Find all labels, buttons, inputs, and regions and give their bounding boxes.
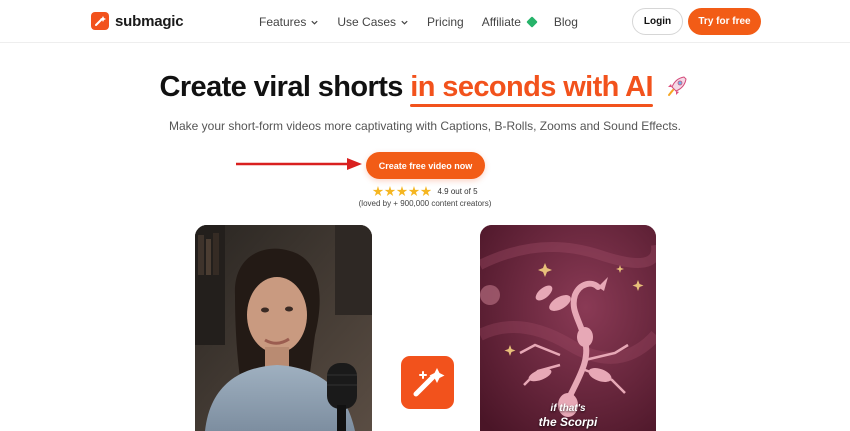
nav-item-label: Features	[259, 15, 307, 29]
chevron-down-icon	[401, 20, 408, 25]
rating-stars	[372, 186, 432, 197]
nav-item-use-cases[interactable]: Use Cases	[337, 15, 409, 29]
hero-headline: Create viral shorts in seconds with AI	[0, 71, 850, 107]
rating-row: 4.9 out of 5	[0, 186, 850, 197]
star-icon	[384, 186, 396, 197]
red-arrow-annotation	[236, 158, 362, 170]
submagic-wand-icon	[401, 356, 454, 409]
headline-accent: in seconds with AI	[410, 71, 654, 107]
create-free-video-button[interactable]: Create free video now	[366, 152, 485, 179]
star-icon	[372, 186, 384, 197]
star-icon	[396, 186, 408, 197]
nav-item-pricing[interactable]: Pricing	[427, 15, 464, 29]
login-button[interactable]: Login	[632, 8, 683, 35]
submagic-logo-icon	[91, 12, 109, 30]
video-caption-line-1: if that's	[550, 403, 586, 414]
video-caption-line-2: the Scorpi	[538, 415, 598, 429]
green-diamond-icon	[526, 16, 538, 28]
try-for-free-button[interactable]: Try for free	[688, 8, 761, 35]
scorpion-zodiac-video-card[interactable]: if that's the Scorpi	[480, 225, 656, 431]
hero-subheading: Make your short-form videos more captiva…	[169, 119, 681, 133]
headline-prefix: Create viral shorts	[159, 71, 411, 103]
nav-item-label: Blog	[553, 15, 578, 29]
woman-podcast-image	[195, 225, 372, 431]
top-navbar: submagic Features Use Cases Pricing Affi…	[0, 0, 850, 43]
nav-item-affiliate[interactable]: Affiliate	[481, 15, 538, 29]
main-menu: Features Use Cases Pricing Affiliate Blo…	[259, 15, 596, 29]
loved-by-text: (loved by + 900,000 content creators)	[358, 199, 492, 208]
chevron-down-icon	[311, 20, 318, 25]
nav-item-features[interactable]: Features	[259, 15, 319, 29]
nav-item-label: Pricing	[427, 15, 464, 29]
brand-logo[interactable]: submagic	[91, 12, 184, 30]
nav-item-label: Affiliate	[481, 15, 521, 29]
rating-text: 4.9 out of 5	[437, 187, 478, 196]
brand-name: submagic	[115, 12, 184, 30]
star-icon	[420, 186, 432, 197]
scorpion-zodiac-image	[480, 225, 656, 431]
star-icon	[408, 186, 420, 197]
nav-item-label: Use Cases	[337, 15, 397, 29]
rocket-icon	[668, 76, 687, 96]
nav-item-blog[interactable]: Blog	[554, 15, 578, 29]
woman-podcast-video-card[interactable]	[195, 225, 372, 431]
